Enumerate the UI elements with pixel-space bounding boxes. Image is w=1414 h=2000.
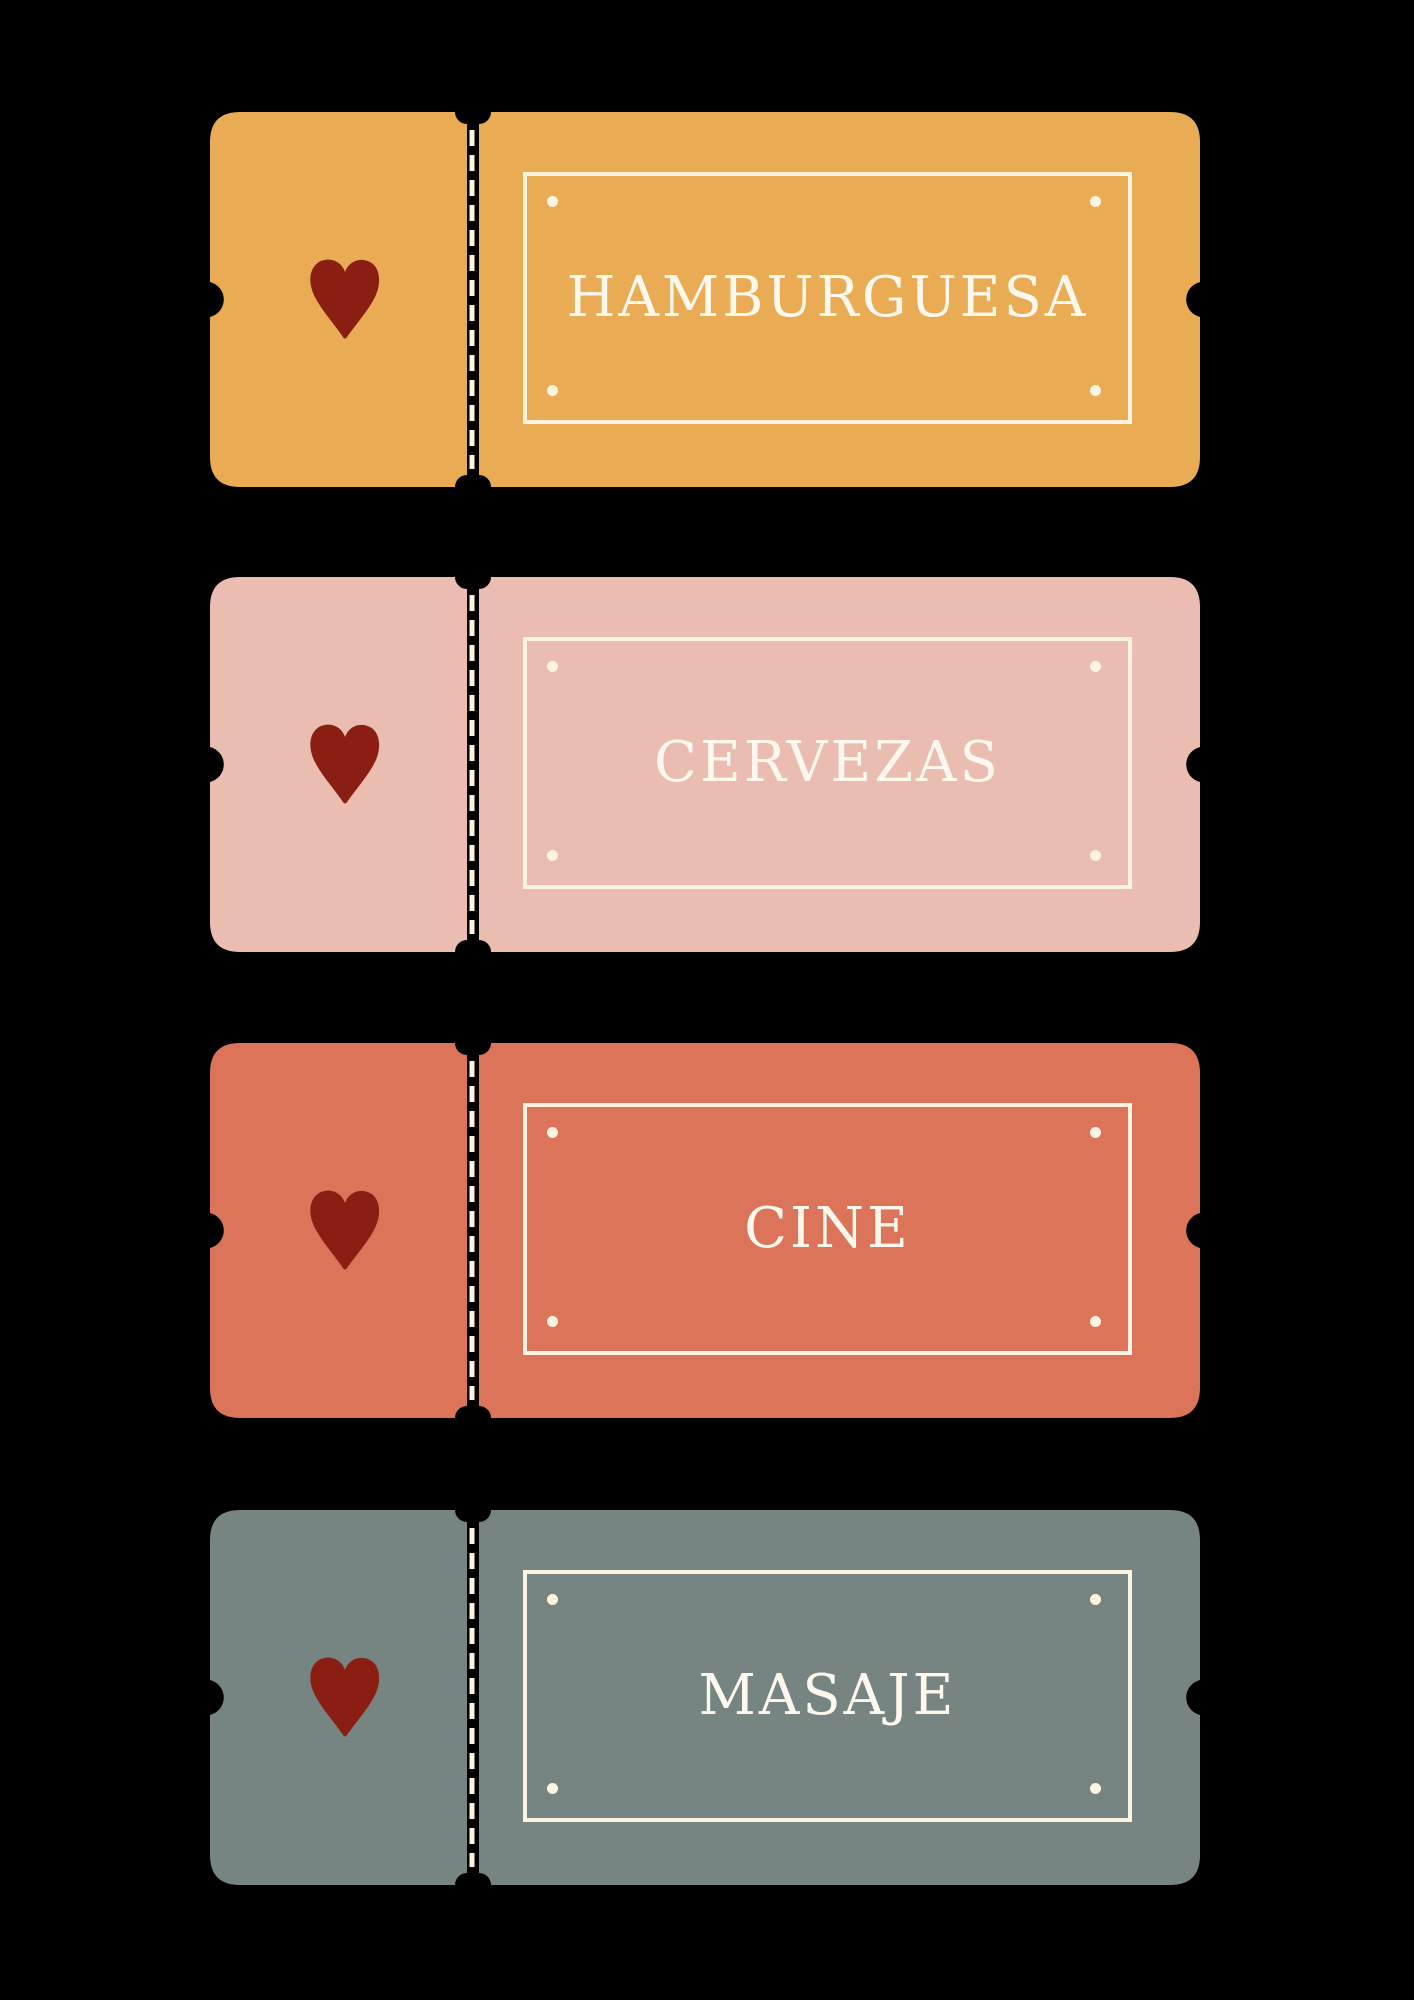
- corner-dot: [1090, 1783, 1101, 1794]
- corner-dot: [547, 850, 558, 861]
- corner-dot: [1090, 850, 1101, 861]
- label-frame: HAMBURGUESA: [523, 172, 1132, 424]
- corner-dot: [547, 385, 558, 396]
- corner-dot: [547, 196, 558, 207]
- corner-dot: [547, 661, 558, 672]
- corner-dot: [1090, 385, 1101, 396]
- corner-dot: [547, 1316, 558, 1327]
- corner-dot: [547, 1127, 558, 1138]
- ticket-label: HAMBURGUESA: [566, 265, 1089, 330]
- ticket-cine: CINE: [210, 1043, 1200, 1418]
- label-frame: CINE: [523, 1103, 1132, 1355]
- ticket-cervezas: CERVEZAS: [210, 577, 1200, 952]
- heart-icon: [310, 259, 380, 339]
- heart-icon: [310, 1190, 380, 1270]
- corner-dot: [1090, 661, 1101, 672]
- label-frame: MASAJE: [523, 1570, 1132, 1822]
- corner-dot: [1090, 1594, 1101, 1605]
- corner-dot: [1090, 1316, 1101, 1327]
- heart-icon: [310, 724, 380, 804]
- ticket-label: MASAJE: [698, 1663, 957, 1728]
- corner-dot: [1090, 196, 1101, 207]
- ticket-label: CERVEZAS: [654, 730, 1001, 795]
- label-frame: CERVEZAS: [523, 637, 1132, 889]
- corner-dot: [547, 1594, 558, 1605]
- ticket-label: CINE: [744, 1196, 911, 1261]
- ticket-masaje: MASAJE: [210, 1510, 1200, 1885]
- corner-dot: [1090, 1127, 1101, 1138]
- corner-dot: [547, 1783, 558, 1794]
- ticket-hamburguesa: HAMBURGUESA: [210, 112, 1200, 487]
- heart-icon: [310, 1657, 380, 1737]
